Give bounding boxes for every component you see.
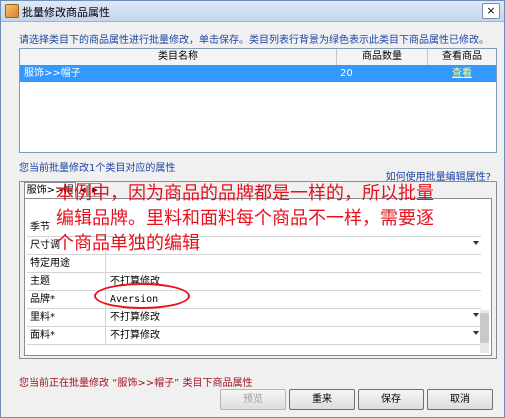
property-label: 主题 (27, 273, 106, 290)
property-row[interactable]: 主题 不打算修改 (27, 273, 481, 291)
scrollbar-thumb[interactable] (480, 313, 489, 343)
header-count[interactable]: 商品数量 (337, 49, 428, 65)
annotation-line: 本例中，因为商品的品牌都是一样的，所以批量 (56, 183, 434, 204)
annotation-line: 编辑品牌。里料和面料每个商品不一样，需要逐 (56, 208, 434, 229)
save-button[interactable]: 保存 (358, 389, 424, 410)
close-button[interactable]: × (482, 3, 500, 19)
property-label: 里料* (27, 309, 106, 326)
view-products-link[interactable]: 查看 (452, 68, 472, 79)
status-text: 您当前正在批量修改 “服饰>>帽子” 类目下商品属性 (19, 378, 253, 389)
property-value[interactable]: 不打算修改 (107, 327, 481, 344)
title-bar: 批量修改商品属性 × (1, 1, 504, 22)
highlight-ellipse (94, 283, 190, 309)
property-value[interactable]: 不打算修改 (107, 309, 481, 326)
reset-button[interactable]: 重来 (289, 389, 355, 410)
cell-view: 查看 (428, 65, 496, 82)
header-view[interactable]: 查看商品 (428, 49, 496, 65)
table-row[interactable]: 服饰>>帽子 20 查看 (20, 65, 496, 82)
property-row[interactable]: 里料* 不打算修改 (27, 309, 481, 327)
app-icon (5, 4, 19, 18)
preview-button[interactable]: 预览 (220, 389, 286, 410)
cancel-button[interactable]: 取消 (427, 389, 493, 410)
property-row[interactable]: 面料* 不打算修改 (27, 327, 481, 345)
current-edit-info: 您当前批量修改1个类目对应的属性 (19, 163, 176, 174)
dropdown-arrow-icon[interactable] (473, 313, 479, 317)
instruction-text: 请选择类目下的商品属性进行批量修改，单击保存。类目列表行背景为绿色表示此类目下商… (19, 35, 489, 46)
property-value[interactable] (107, 255, 481, 272)
dropdown-arrow-icon[interactable] (473, 331, 479, 335)
property-value-text: 不打算修改 (110, 330, 160, 341)
header-category[interactable]: 类目名称 (20, 49, 337, 65)
annotation-line: 个商品单独的编辑 (56, 233, 200, 254)
property-value-text: 不打算修改 (110, 312, 160, 323)
property-label: 面料* (27, 327, 106, 344)
cell-count: 20 (340, 68, 353, 79)
property-row[interactable]: 特定用途 (27, 255, 481, 273)
category-table: 类目名称 商品数量 查看商品 服饰>>帽子 20 查看 (19, 48, 497, 153)
window-title: 批量修改商品属性 (22, 6, 110, 19)
table-header: 类目名称 商品数量 查看商品 (20, 49, 496, 66)
property-label: 特定用途 (27, 255, 106, 272)
vertical-scrollbar[interactable] (480, 310, 489, 353)
annotation-text: 本例中，因为商品的品牌都是一样的，所以批量 编辑品牌。里料和面料每个商品不一样，… (56, 181, 496, 256)
cell-category-name: 服饰>>帽子 (24, 68, 81, 79)
